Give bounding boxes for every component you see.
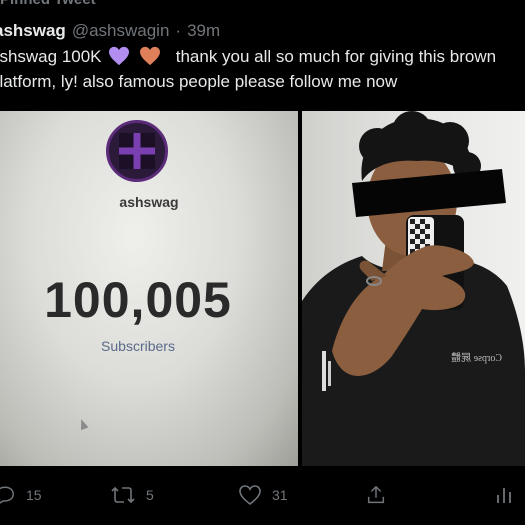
retweet-count: 5 bbox=[146, 487, 154, 503]
like-count: 31 bbox=[272, 487, 288, 503]
retweet-icon bbox=[110, 484, 136, 506]
tweet-actions: 15 5 31 bbox=[0, 478, 525, 512]
tweet-media[interactable]: ashswag 100,005 Subscribers Corpse 屍體 bbox=[0, 111, 525, 466]
analytics-icon bbox=[494, 484, 514, 506]
reply-button[interactable]: 15 bbox=[0, 478, 42, 512]
subscriber-screen-photo[interactable]: ashswag 100,005 Subscribers bbox=[0, 111, 298, 466]
analytics-button[interactable] bbox=[494, 478, 514, 512]
avatar-logo-icon bbox=[119, 133, 155, 169]
tweet-time[interactable]: 39m bbox=[187, 21, 220, 41]
author-handle[interactable]: @ashswagin bbox=[72, 21, 170, 41]
share-button[interactable] bbox=[365, 478, 387, 512]
subscriber-count: 100,005 bbox=[44, 272, 232, 328]
selfie-illustration: Corpse 屍體 bbox=[302, 111, 525, 466]
channel-name: ashswag bbox=[119, 194, 179, 210]
author-name[interactable]: ashswag bbox=[0, 21, 66, 41]
tweet-header: ashswag @ashswagin · 39m bbox=[0, 20, 220, 42]
pinned-label: Pinned Tweet bbox=[0, 0, 96, 8]
tweet-text-line1-end: thank you all so much for giving this br… bbox=[175, 47, 497, 66]
tweet-text: ashswag 100K thank you all so much for g… bbox=[0, 44, 525, 94]
tweet-text-line1-start: ashswag 100K bbox=[0, 47, 102, 66]
reply-icon bbox=[0, 484, 16, 506]
tweet-text-line2: platform, ly! also famous people please … bbox=[0, 72, 398, 91]
reply-count: 15 bbox=[26, 487, 42, 503]
meta-separator: · bbox=[175, 21, 182, 40]
subscribers-label: Subscribers bbox=[101, 338, 175, 354]
selfie-photo[interactable]: Corpse 屍體 bbox=[302, 111, 525, 466]
channel-avatar bbox=[106, 120, 168, 182]
share-icon bbox=[365, 484, 387, 506]
hoodie-print: Corpse 屍體 bbox=[451, 352, 502, 364]
like-button[interactable]: 31 bbox=[238, 478, 288, 512]
like-icon bbox=[238, 484, 262, 506]
mouse-cursor-icon bbox=[77, 417, 89, 431]
retweet-button[interactable]: 5 bbox=[110, 478, 154, 512]
